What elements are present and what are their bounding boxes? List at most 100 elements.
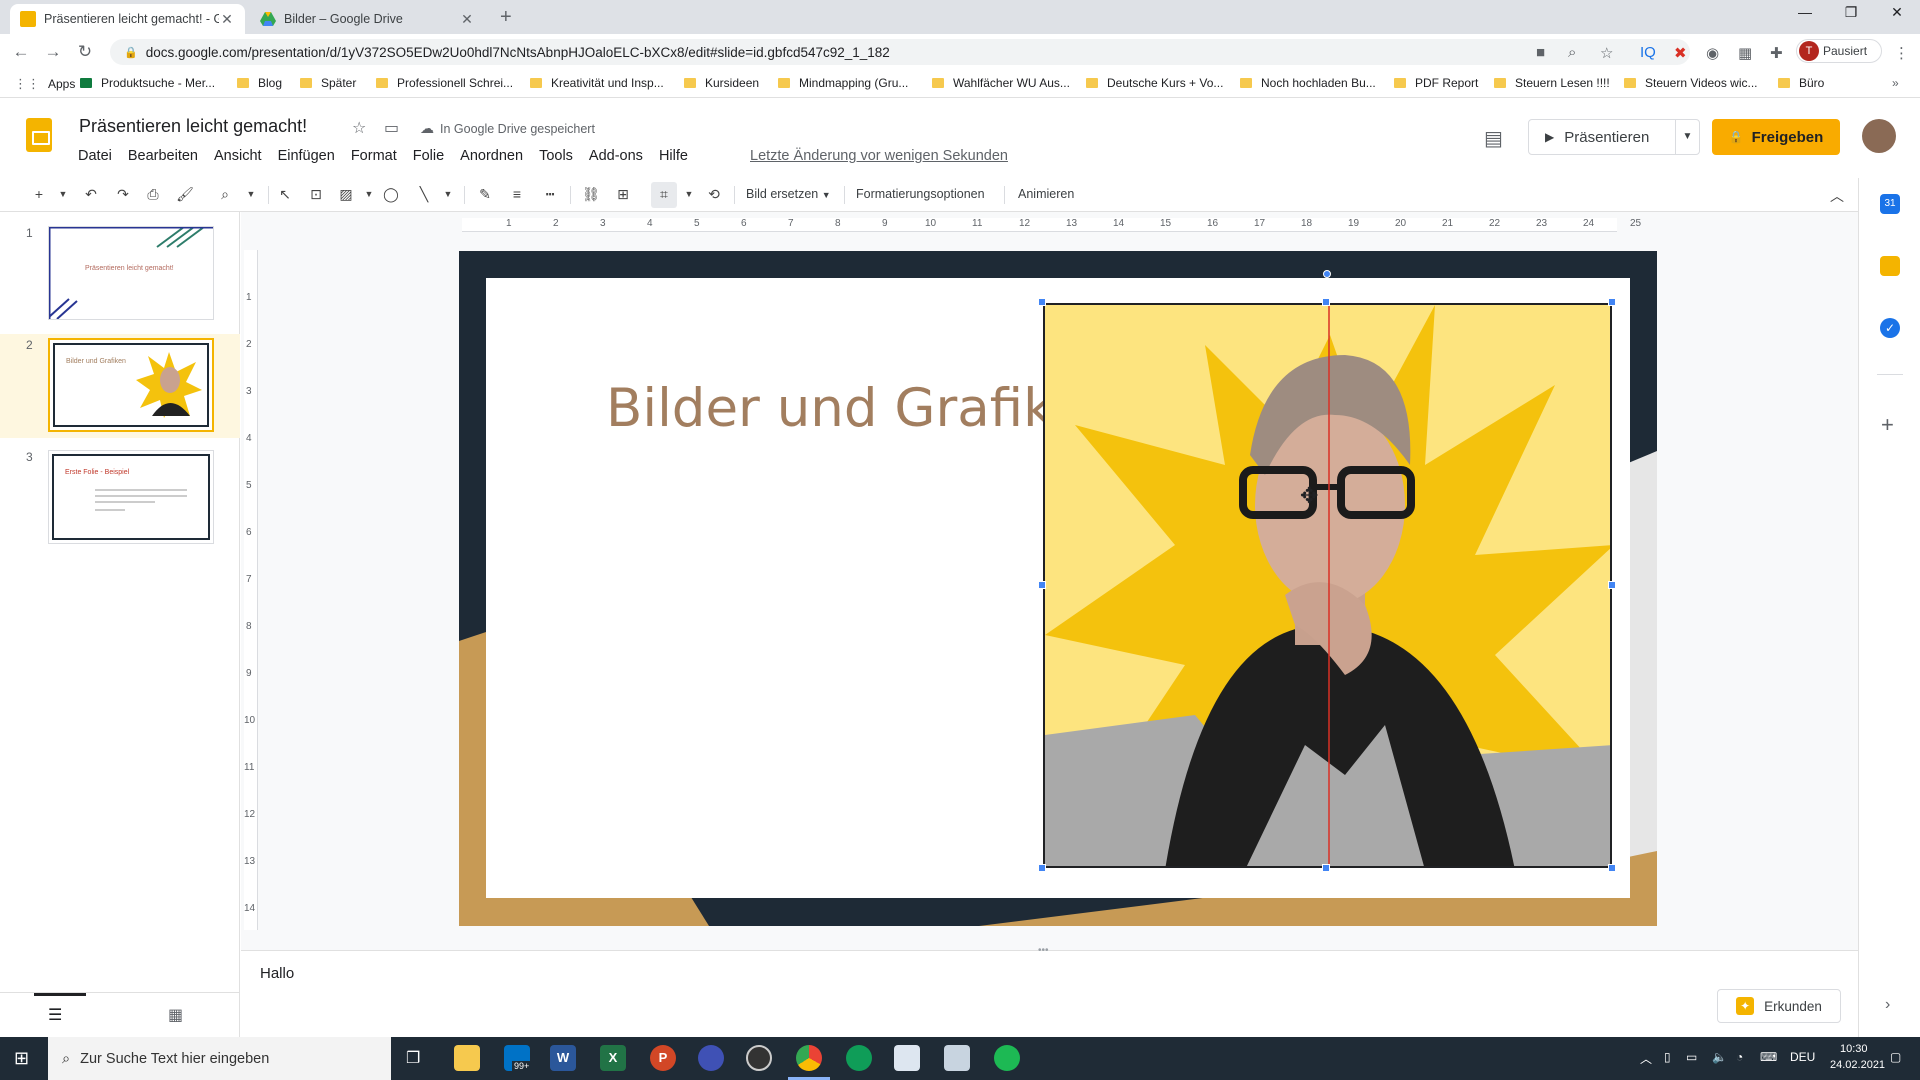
menu-tools[interactable]: Tools xyxy=(531,148,581,164)
kebab-menu-icon[interactable]: ⋮ xyxy=(1894,44,1909,62)
menu-folie[interactable]: Folie xyxy=(405,148,452,164)
window-close-icon[interactable]: ✕ xyxy=(1882,4,1912,21)
close-icon[interactable]: ✕ xyxy=(459,11,475,28)
tab-presentation[interactable]: Präsentieren leicht gemacht! - G ✕ xyxy=(10,4,245,34)
volume-icon[interactable]: 🔈 xyxy=(1712,1050,1727,1064)
rotate-handle[interactable] xyxy=(1323,270,1331,278)
chevron-down-icon[interactable]: ▼ xyxy=(358,189,380,199)
chrome-icon[interactable] xyxy=(796,1045,822,1071)
present-button[interactable]: ▶ Präsentieren ▼ xyxy=(1528,119,1700,155)
tray-device-icon[interactable]: ▯ xyxy=(1664,1050,1671,1064)
resize-handle-bottom-right[interactable] xyxy=(1608,864,1616,872)
slide-thumbnail-3[interactable]: Erste Folie - Beispiel xyxy=(48,450,214,544)
menu-einfuegen[interactable]: Einfügen xyxy=(270,148,343,164)
present-dropdown-icon[interactable]: ▼ xyxy=(1675,120,1699,154)
app-icon[interactable] xyxy=(944,1045,970,1071)
tasks-icon[interactable]: ✓ xyxy=(1880,318,1900,338)
resize-handle-bottom[interactable] xyxy=(1322,864,1330,872)
more-bookmarks-icon[interactable]: » xyxy=(1892,76,1899,90)
print-icon[interactable]: ⎙ xyxy=(142,186,164,203)
new-slide-icon[interactable]: + xyxy=(28,186,50,202)
menu-datei[interactable]: Datei xyxy=(70,148,120,164)
last-edit-link[interactable]: Letzte Änderung vor wenigen Sekunden xyxy=(750,148,1008,164)
explore-button[interactable]: ✦ Erkunden xyxy=(1717,989,1841,1023)
back-icon[interactable]: ← xyxy=(10,42,32,62)
tray-chevron-icon[interactable]: ︿ xyxy=(1640,1050,1652,1067)
slides-logo-icon[interactable] xyxy=(26,118,52,152)
menu-ansicht[interactable]: Ansicht xyxy=(206,148,270,164)
chevron-down-icon[interactable]: ▼ xyxy=(437,189,459,199)
taskbar-search-input[interactable]: ⌕ Zur Suche Text hier eingeben xyxy=(48,1037,391,1080)
slide-thumbnail-1[interactable]: Präsentieren leicht gemacht! xyxy=(48,226,214,320)
extension-grid-icon[interactable]: ▦ xyxy=(1738,44,1752,62)
chevron-down-icon[interactable]: ▼ xyxy=(678,189,700,199)
zoom-icon[interactable]: ⌕ xyxy=(1568,44,1576,61)
spotify-icon[interactable] xyxy=(994,1045,1020,1071)
undo-icon[interactable]: ↶ xyxy=(80,186,102,203)
bookmark-item[interactable]: Blog xyxy=(237,76,282,90)
menu-bearbeiten[interactable]: Bearbeiten xyxy=(120,148,206,164)
clock-date[interactable]: 24.02.2021 xyxy=(1830,1059,1885,1071)
select-icon[interactable]: ↖ xyxy=(274,186,296,203)
bookmark-item[interactable]: Büro xyxy=(1778,76,1824,90)
resize-handle-bottom-left[interactable] xyxy=(1038,864,1046,872)
language-indicator[interactable]: DEU xyxy=(1790,1050,1815,1064)
menu-format[interactable]: Format xyxy=(343,148,405,164)
wifi-icon[interactable]: ◔ xyxy=(1736,1050,1743,1064)
resize-handle-right[interactable] xyxy=(1608,581,1616,589)
add-comment-icon[interactable]: ⊞ xyxy=(612,186,634,203)
border-weight-icon[interactable]: ≡ xyxy=(506,186,528,202)
move-folder-icon[interactable]: ▭ xyxy=(384,118,399,138)
bookmark-item[interactable]: Noch hochladen Bu... xyxy=(1240,76,1376,90)
forward-icon[interactable]: → xyxy=(42,42,64,62)
chevron-down-icon[interactable]: ▼ xyxy=(240,189,262,199)
powerpoint-icon[interactable]: P xyxy=(650,1045,676,1071)
add-addon-icon[interactable]: + xyxy=(1881,412,1894,438)
horizontal-ruler[interactable]: 1 2 3 4 5 6 7 8 9 10 11 12 13 14 15 16 1… xyxy=(462,218,1641,232)
keyboard-icon[interactable]: ⌨ xyxy=(1760,1050,1777,1064)
filmstrip-view-icon[interactable]: ☰ xyxy=(48,1005,62,1025)
drag-handle-icon[interactable]: ••• xyxy=(1038,945,1049,956)
vertical-ruler[interactable]: 1 2 3 4 5 6 7 8 9 10 11 12 13 14 xyxy=(244,250,258,930)
bookmark-item[interactable]: Kreativität und Insp... xyxy=(530,76,664,90)
bookmark-item[interactable]: Wahlfächer WU Aus... xyxy=(932,76,1070,90)
document-title[interactable]: Präsentieren leicht gemacht! xyxy=(79,116,307,137)
grid-view-icon[interactable]: ▦ xyxy=(168,1005,183,1025)
avatar[interactable] xyxy=(1862,119,1896,153)
border-color-icon[interactable]: ✎ xyxy=(474,186,496,203)
slide-thumbnail-2[interactable]: Bilder und Grafiken xyxy=(48,338,214,432)
menu-hilfe[interactable]: Hilfe xyxy=(651,148,696,164)
menu-addons[interactable]: Add-ons xyxy=(581,148,651,164)
resize-handle-top-left[interactable] xyxy=(1038,298,1046,306)
star-icon[interactable]: ☆ xyxy=(352,118,366,138)
extension-icon[interactable]: ✖ xyxy=(1674,44,1687,62)
restore-icon[interactable]: ❐ xyxy=(1836,4,1866,21)
redo-icon[interactable]: ↷ xyxy=(112,186,134,203)
task-view-icon[interactable]: ❐ xyxy=(406,1048,420,1068)
minimize-icon[interactable]: — xyxy=(1790,4,1820,20)
animate-button[interactable]: Animieren xyxy=(1018,187,1074,201)
zoom-icon[interactable]: ⌕ xyxy=(214,186,236,203)
replace-image-button[interactable]: Bild ersetzen ▼ xyxy=(746,187,831,201)
border-dash-icon[interactable]: ┅ xyxy=(539,186,561,203)
word-icon[interactable]: W xyxy=(550,1045,576,1071)
resize-handle-top-right[interactable] xyxy=(1608,298,1616,306)
selected-image[interactable]: ✥ xyxy=(1043,303,1612,868)
network-icon[interactable]: ▭ xyxy=(1686,1050,1697,1064)
text-box-icon[interactable]: ⊡ xyxy=(305,186,327,203)
puzzle-icon[interactable]: ✚ xyxy=(1770,44,1783,62)
slide-title[interactable]: Bilder und Grafiken xyxy=(606,378,1118,439)
notes-text[interactable]: Hallo xyxy=(260,965,294,982)
close-icon[interactable]: ✕ xyxy=(219,11,235,28)
file-explorer-icon[interactable] xyxy=(454,1045,480,1071)
new-tab-button[interactable]: + xyxy=(500,6,512,29)
collapse-toolbar-icon[interactable]: ︿ xyxy=(1826,186,1848,206)
app-icon[interactable] xyxy=(894,1045,920,1071)
resize-handle-left[interactable] xyxy=(1038,581,1046,589)
menu-anordnen[interactable]: Anordnen xyxy=(452,148,531,164)
bookmark-apps[interactable]: ⋮⋮ Apps xyxy=(14,76,75,92)
paint-format-icon[interactable]: 🖌 xyxy=(174,186,196,203)
star-icon[interactable]: ☆ xyxy=(1600,44,1613,62)
bookmark-item[interactable]: Produktsuche - Mer... xyxy=(80,76,215,90)
tab-drive[interactable]: Bilder – Google Drive ✕ xyxy=(250,4,485,34)
